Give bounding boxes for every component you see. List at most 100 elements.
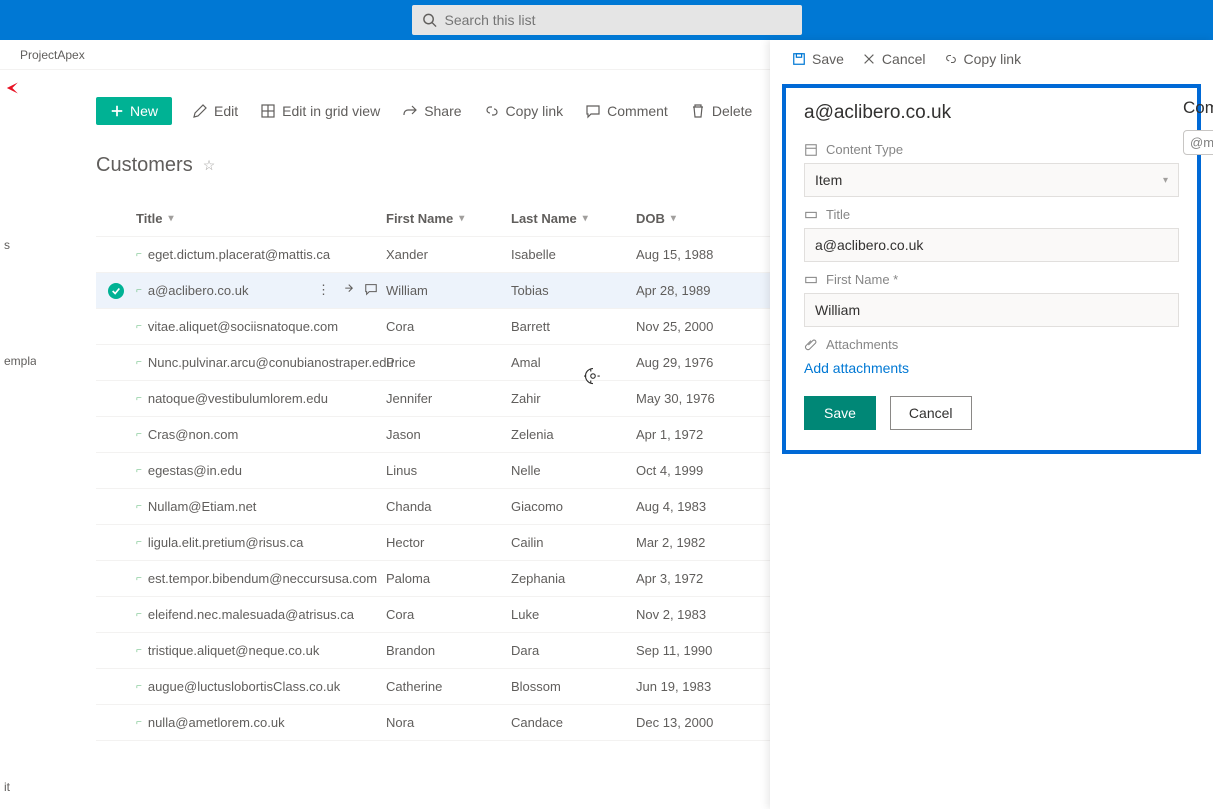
comment-icon <box>585 103 601 119</box>
last-name-cell: Barrett <box>511 319 636 334</box>
leftnav-item[interactable]: emplate <box>0 348 36 374</box>
col-first[interactable]: First Name▾ <box>386 211 511 226</box>
last-name-cell: Zahir <box>511 391 636 406</box>
chevron-down-icon: ▾ <box>169 213 174 224</box>
title-cell[interactable]: ⌐vitae.aliquet@sociisnatoque.com <box>136 319 386 334</box>
panel-save-button[interactable]: Save <box>792 51 844 67</box>
first-name-cell: Chanda <box>386 499 511 514</box>
table-row[interactable]: ⌐ligula.elit.pretium@risus.caHectorCaili… <box>96 525 776 561</box>
attachments-label: Attachments <box>804 337 1179 352</box>
title-cell[interactable]: ⌐eleifend.nec.malesuada@atrisus.ca <box>136 607 386 622</box>
leftnav-item[interactable]: it <box>0 774 36 800</box>
title-cell[interactable]: ⌐eget.dictum.placerat@mattis.ca <box>136 247 386 262</box>
title-cell[interactable]: ⌐natoque@vestibulumlorem.edu <box>136 391 386 406</box>
col-dob[interactable]: DOB▾ <box>636 211 776 226</box>
table-row[interactable]: ⌐est.tempor.bibendum@neccursusa.comPalom… <box>96 561 776 597</box>
table-row[interactable]: ⌐natoque@vestibulumlorem.eduJenniferZahi… <box>96 381 776 417</box>
edit-grid-button[interactable]: Edit in grid view <box>258 99 382 123</box>
title-input[interactable] <box>804 228 1179 262</box>
title-text: Cras@non.com <box>148 427 239 442</box>
table-row[interactable]: ⌐tristique.aliquet@neque.co.ukBrandonDar… <box>96 633 776 669</box>
item-indicator-icon: ⌐ <box>136 645 142 656</box>
col-title[interactable]: Title▾ <box>136 211 386 226</box>
item-indicator-icon: ⌐ <box>136 537 142 548</box>
new-button[interactable]: New <box>96 97 172 125</box>
dob-cell: Apr 3, 1972 <box>636 571 776 586</box>
first-name-cell: Cora <box>386 319 511 334</box>
table-row[interactable]: ⌐eleifend.nec.malesuada@atrisus.caCoraLu… <box>96 597 776 633</box>
table-row[interactable]: ⌐egestas@in.eduLinusNelleOct 4, 1999 <box>96 453 776 489</box>
cancel-button[interactable]: Cancel <box>890 396 972 430</box>
trash-icon <box>690 103 706 119</box>
search-icon <box>422 12 437 28</box>
title-cell[interactable]: ⌐ligula.elit.pretium@risus.ca <box>136 535 386 550</box>
copylink-button[interactable]: Copy link <box>482 99 566 123</box>
save-button[interactable]: Save <box>804 396 876 430</box>
title-text: est.tempor.bibendum@neccursusa.com <box>148 571 377 586</box>
link-icon <box>484 103 500 119</box>
dob-cell: Apr 1, 1972 <box>636 427 776 442</box>
comments-heading: Com <box>1183 98 1213 118</box>
panel-command-bar: Save Cancel Copy link <box>770 40 1213 78</box>
checkmark-icon <box>108 283 124 299</box>
title-cell[interactable]: ⌐nulla@ametlorem.co.uk <box>136 715 386 730</box>
content-type-select[interactable]: Item ▾ <box>804 163 1179 197</box>
breadcrumb-item[interactable]: ProjectApex <box>20 48 85 62</box>
row-select-cell[interactable] <box>96 283 136 299</box>
item-indicator-icon: ⌐ <box>136 285 142 296</box>
search-box[interactable] <box>412 5 802 35</box>
title-text: natoque@vestibulumlorem.edu <box>148 391 328 406</box>
table-row[interactable]: ⌐nulla@ametlorem.co.ukNoraCandaceDec 13,… <box>96 705 776 741</box>
table-row[interactable]: ⌐vitae.aliquet@sociisnatoque.comCoraBarr… <box>96 309 776 345</box>
table-row[interactable]: ⌐a@aclibero.co.uk⋮WilliamTobiasApr 28, 1… <box>96 273 776 309</box>
table-row[interactable]: ⌐eget.dictum.placerat@mattis.caXanderIsa… <box>96 237 776 273</box>
firstname-input[interactable] <box>804 293 1179 327</box>
delete-button[interactable]: Delete <box>688 99 754 123</box>
last-name-cell: Isabelle <box>511 247 636 262</box>
item-indicator-icon: ⌐ <box>136 609 142 620</box>
item-indicator-icon: ⌐ <box>136 321 142 332</box>
mention-input[interactable]: @m <box>1183 130 1213 155</box>
chevron-down-icon: ▾ <box>583 213 588 224</box>
title-cell[interactable]: ⌐Nunc.pulvinar.arcu@conubianostraper.edu <box>136 355 386 370</box>
panel-form: a@aclibero.co.uk Content Type Item ▾ Tit… <box>782 84 1201 454</box>
share-button[interactable]: Share <box>400 99 463 123</box>
title-cell[interactable]: ⌐tristique.aliquet@neque.co.uk <box>136 643 386 658</box>
table-row[interactable]: ⌐Cras@non.comJasonZeleniaApr 1, 1972 <box>96 417 776 453</box>
first-name-cell: Cora <box>386 607 511 622</box>
edit-button[interactable]: Edit <box>190 99 240 123</box>
row-menu-icon[interactable]: ⋮ <box>317 282 330 299</box>
row-comment-icon[interactable] <box>364 282 378 299</box>
title-text: egestas@in.edu <box>148 463 242 478</box>
first-name-cell: Catherine <box>386 679 511 694</box>
first-name-cell: Hector <box>386 535 511 550</box>
leftnav-item[interactable]: s <box>0 232 36 258</box>
search-input[interactable] <box>445 12 792 28</box>
row-share-icon[interactable] <box>340 282 354 299</box>
title-cell[interactable]: ⌐egestas@in.edu <box>136 463 386 478</box>
table-row[interactable]: ⌐Nullam@Etiam.netChandaGiacomoAug 4, 198… <box>96 489 776 525</box>
first-name-cell: Price <box>386 355 511 370</box>
grid-icon <box>260 103 276 119</box>
title-cell[interactable]: ⌐a@aclibero.co.uk⋮ <box>136 282 386 299</box>
col-last[interactable]: Last Name▾ <box>511 211 636 226</box>
add-attachments-link[interactable]: Add attachments <box>804 360 909 376</box>
dob-cell: Sep 11, 1990 <box>636 643 776 658</box>
table-row[interactable]: ⌐Nunc.pulvinar.arcu@conubianostraper.edu… <box>96 345 776 381</box>
table-row[interactable]: ⌐augue@luctuslobortisClass.co.ukCatherin… <box>96 669 776 705</box>
item-indicator-icon: ⌐ <box>136 357 142 368</box>
title-cell[interactable]: ⌐Nullam@Etiam.net <box>136 499 386 514</box>
panel-copylink-button[interactable]: Copy link <box>944 51 1022 67</box>
edit-panel: Save Cancel Copy link a@aclibero.co.uk C… <box>770 40 1213 809</box>
first-name-cell: Linus <box>386 463 511 478</box>
panel-cancel-button[interactable]: Cancel <box>862 51 926 67</box>
title-cell[interactable]: ⌐est.tempor.bibendum@neccursusa.com <box>136 571 386 586</box>
favorite-star-icon[interactable]: ☆ <box>203 157 216 174</box>
comment-button[interactable]: Comment <box>583 99 670 123</box>
left-nav: s emplate it <box>0 70 36 809</box>
title-cell[interactable]: ⌐augue@luctuslobortisClass.co.uk <box>136 679 386 694</box>
dob-cell: Jun 19, 1983 <box>636 679 776 694</box>
title-cell[interactable]: ⌐Cras@non.com <box>136 427 386 442</box>
app-logo <box>2 74 30 102</box>
dob-cell: Nov 25, 2000 <box>636 319 776 334</box>
